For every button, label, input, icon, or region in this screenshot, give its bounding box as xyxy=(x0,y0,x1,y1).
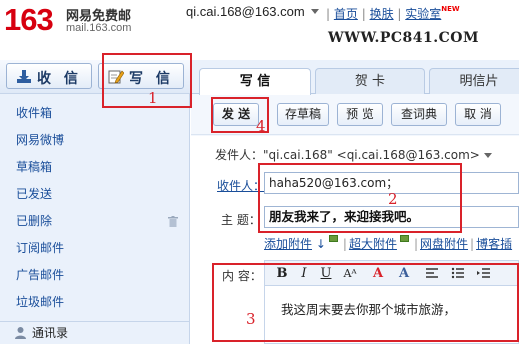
folder-weibo[interactable]: 网易微博 xyxy=(0,127,190,154)
receive-button[interactable]: 收 信 xyxy=(6,63,92,89)
tab-bar: 写 信 贺 卡 明信片 xyxy=(191,60,519,95)
folder-sent[interactable]: 已发送 xyxy=(0,181,190,208)
annotation-box-3 xyxy=(212,263,519,342)
sender-select[interactable]: "qi.cai.168" <qi.cai.168@163.com> xyxy=(263,148,480,162)
new-badge: NEW xyxy=(441,5,460,13)
annotation-number-3: 3 xyxy=(246,310,256,328)
account-name[interactable]: qi.cai.168@163.com xyxy=(186,4,305,19)
folder-ads[interactable]: 广告邮件 xyxy=(0,262,190,289)
sender-row: 发件人："qi.cai.168" <qi.cai.168@163.com> xyxy=(215,146,492,163)
watermark: WWW.PC841.COM xyxy=(328,30,479,46)
folder-list: 收件箱 网易微博 草稿箱 已发送 已删除 订阅邮件 广告邮件 垃圾邮件 xyxy=(0,100,190,316)
add-attachment-link[interactable]: 添加附件 xyxy=(264,237,312,251)
chevron-down-icon[interactable] xyxy=(483,153,492,158)
annotation-number-2: 2 xyxy=(388,190,398,208)
tab-write[interactable]: 写 信 xyxy=(199,68,311,95)
header: 163 网易免费邮 mail.163.com qi.cai.168@163.co… xyxy=(0,0,519,60)
download-arrow-icon xyxy=(17,70,31,83)
contacts-label: 通讯录 xyxy=(32,326,69,340)
dictionary-button[interactable]: 查词典 xyxy=(391,103,447,126)
folder-subscriptions[interactable]: 订阅邮件 xyxy=(0,235,190,262)
annotation-box-1 xyxy=(102,53,192,108)
large-attachment-link[interactable]: 超大附件 xyxy=(349,237,397,251)
link-lab[interactable]: 实验室 xyxy=(405,7,441,21)
tab-postcard[interactable]: 明信片 xyxy=(429,68,519,94)
receive-label: 收 信 xyxy=(37,71,82,87)
top-links: | 首页 | 换肤 | 实验室NEW xyxy=(326,5,460,21)
chevron-down-icon[interactable] xyxy=(311,9,319,14)
subject-label: 主 题： xyxy=(221,213,261,227)
annotation-box-2 xyxy=(258,163,462,233)
folder-deleted[interactable]: 已删除 xyxy=(0,208,190,235)
cancel-button[interactable]: 取 消 xyxy=(455,103,501,126)
annotation-number-1: 1 xyxy=(148,89,158,107)
sender-label: 发件人： xyxy=(215,148,264,162)
logo-domain: mail.163.com xyxy=(66,22,132,34)
link-home[interactable]: 首页 xyxy=(334,7,358,21)
logo-163[interactable]: 163 xyxy=(4,2,54,38)
contacts-link[interactable]: 通讯录 xyxy=(0,321,190,344)
folder-spam[interactable]: 垃圾邮件 xyxy=(0,289,190,316)
trash-icon[interactable] xyxy=(168,216,178,227)
folder-deleted-label: 已删除 xyxy=(16,214,53,228)
annotation-number-4: 4 xyxy=(256,117,266,135)
blog-insert-link[interactable]: 博客插 xyxy=(476,237,512,251)
tab-card[interactable]: 贺 卡 xyxy=(315,68,425,94)
save-draft-button[interactable]: 存草稿 xyxy=(277,103,329,126)
attachment-badge-icon xyxy=(399,235,409,242)
attachment-row: 添加附件 ↓ | 超大附件 | 网盘附件 | 博客插 xyxy=(264,235,513,251)
chevron-down-icon[interactable]: ↓ xyxy=(312,237,326,251)
link-skin[interactable]: 换肤 xyxy=(370,7,394,21)
person-icon xyxy=(15,327,26,339)
preview-button[interactable]: 预 览 xyxy=(337,103,383,126)
attachment-badge-icon xyxy=(328,235,338,242)
netdisk-attachment-link[interactable]: 网盘附件 xyxy=(420,237,468,251)
folder-drafts[interactable]: 草稿箱 xyxy=(0,154,190,181)
